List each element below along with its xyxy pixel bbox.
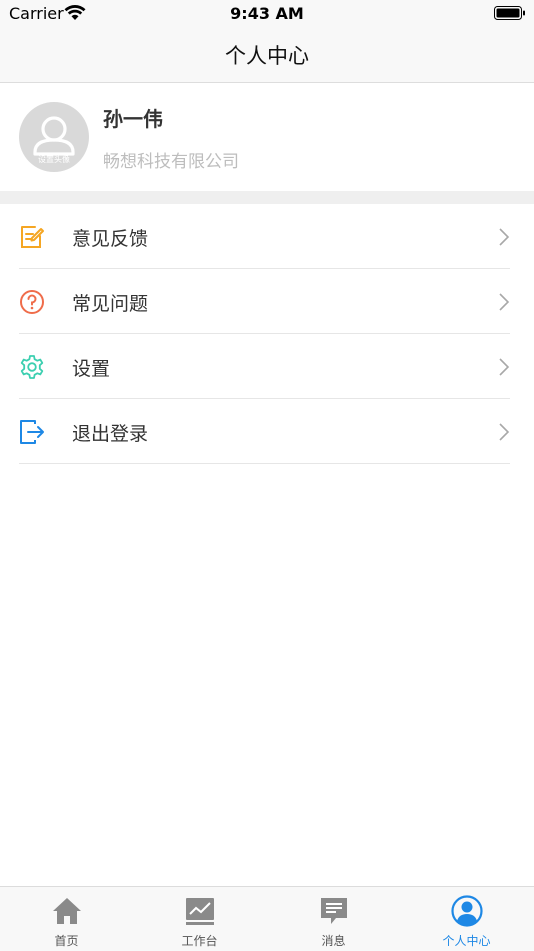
- menu-item-feedback[interactable]: 意见反馈: [19, 204, 510, 269]
- tab-label: 个人中心: [442, 934, 491, 948]
- menu-label: 意见反馈: [72, 228, 149, 250]
- tab-bar: 首页 工作台 消息 个人中心: [0, 886, 534, 951]
- profile-header: 设置头像 孙一伟 畅想科技有限公司: [0, 83, 534, 191]
- menu-item-logout[interactable]: 退出登录: [19, 399, 510, 464]
- user-name: 孙一伟: [103, 107, 163, 131]
- gear-icon: [20, 355, 44, 379]
- feedback-icon: [21, 226, 44, 248]
- logout-icon: [20, 420, 44, 444]
- page-title: 个人中心: [225, 44, 309, 68]
- status-bar: Carrier 9:43 AM: [0, 0, 534, 28]
- tab-label: 工作台: [181, 934, 218, 948]
- chevron-right-icon: [499, 423, 510, 441]
- chevron-right-icon: [499, 293, 510, 311]
- menu-label: 设置: [72, 358, 111, 380]
- tab-label: 首页: [54, 934, 79, 948]
- tab-workbench[interactable]: 工作台: [133, 887, 266, 951]
- battery-icon: [494, 6, 525, 20]
- home-icon: [52, 898, 81, 924]
- chart-icon: [185, 898, 214, 925]
- avatar-caption: 设置头像: [38, 155, 70, 164]
- tab-label: 消息: [321, 934, 346, 948]
- chevron-right-icon: [499, 228, 510, 246]
- tab-profile[interactable]: 个人中心: [400, 887, 533, 951]
- company-name: 畅想科技有限公司: [103, 152, 239, 172]
- tab-messages[interactable]: 消息: [267, 887, 400, 951]
- question-icon: [20, 290, 44, 314]
- profile-icon: [450, 895, 483, 927]
- menu-label: 退出登录: [72, 423, 149, 445]
- section-divider: [0, 191, 534, 204]
- navigation-bar: 个人中心: [0, 28, 534, 83]
- menu-label: 常见问题: [72, 293, 149, 315]
- menu-item-faq[interactable]: 常见问题: [19, 269, 510, 334]
- menu-list: 意见反馈 常见问题 设置 退出登录: [0, 204, 534, 464]
- tab-home[interactable]: 首页: [0, 887, 133, 951]
- menu-item-settings[interactable]: 设置: [19, 334, 510, 399]
- message-icon: [320, 898, 347, 924]
- clock: 9:43 AM: [230, 4, 304, 23]
- chevron-right-icon: [499, 358, 510, 376]
- avatar[interactable]: 设置头像: [19, 102, 89, 172]
